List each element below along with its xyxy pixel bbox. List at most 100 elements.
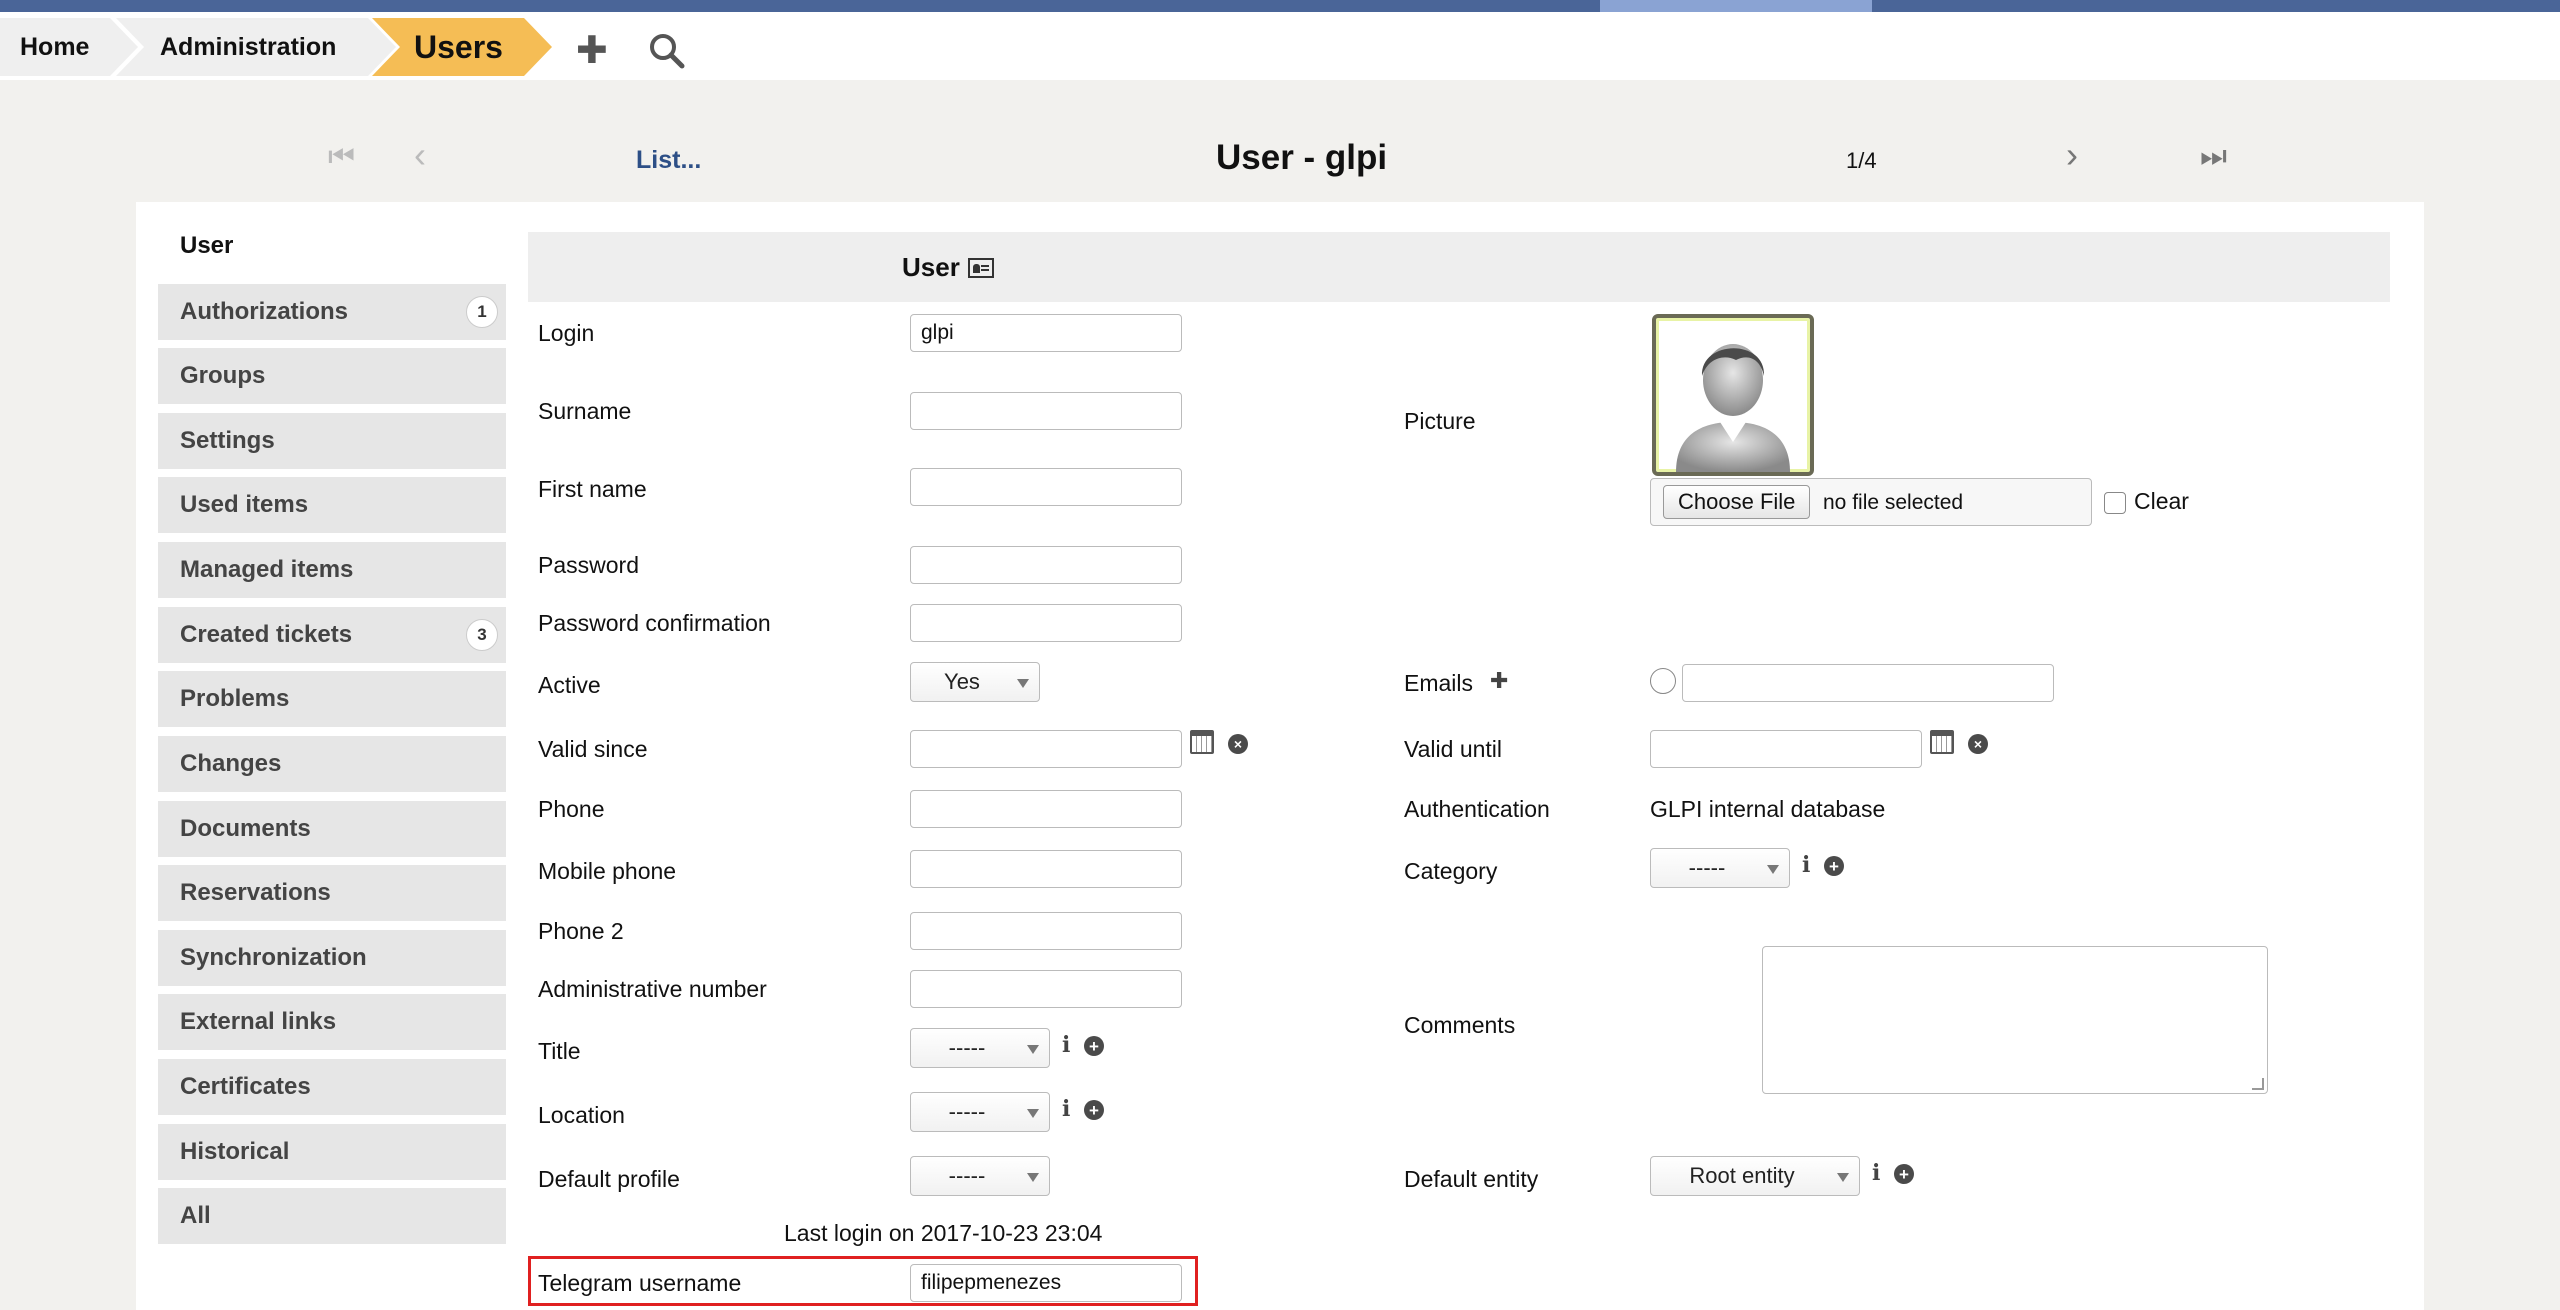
- category-select-value: -----: [1688, 855, 1726, 880]
- tab-created-tickets[interactable]: Created tickets 3: [158, 607, 506, 663]
- tab-label: Documents: [180, 815, 311, 842]
- tab-external-links[interactable]: External links: [158, 994, 506, 1050]
- authentication-value: GLPI internal database: [1650, 796, 1886, 822]
- tab-label: All: [180, 1202, 211, 1229]
- tab-label: Used items: [180, 491, 309, 518]
- surname-field[interactable]: [910, 392, 1182, 430]
- next-icon[interactable]: ›: [2066, 134, 2078, 178]
- tab-settings[interactable]: Settings: [158, 413, 506, 469]
- first-page-icon[interactable]: ⏮: [328, 140, 355, 184]
- default-profile-label: Default profile: [538, 1166, 680, 1192]
- tab-label: Problems: [180, 685, 290, 712]
- default-email-radio[interactable]: [1650, 668, 1676, 694]
- prev-icon[interactable]: ‹: [414, 134, 426, 178]
- title-select[interactable]: -----: [910, 1028, 1050, 1068]
- tab-label: User: [180, 232, 234, 259]
- password-field[interactable]: [910, 546, 1182, 584]
- form-section-header: User: [528, 232, 2390, 302]
- active-label: Active: [538, 672, 601, 698]
- active-select-value: Yes: [944, 669, 980, 694]
- tab-user[interactable]: User: [158, 218, 506, 274]
- default-entity-label: Default entity: [1404, 1166, 1539, 1192]
- tab-managed-items[interactable]: Managed items: [158, 542, 506, 598]
- tab-synchronization[interactable]: Synchronization: [158, 930, 506, 986]
- plus-icon[interactable]: ✚: [576, 32, 608, 70]
- category-select[interactable]: -----: [1650, 848, 1790, 888]
- title-select-value: -----: [948, 1035, 986, 1060]
- valid-until-field[interactable]: [1650, 730, 1922, 768]
- search-icon[interactable]: [648, 32, 686, 77]
- form-section-title: User: [902, 252, 994, 283]
- default-profile-select[interactable]: -----: [910, 1156, 1050, 1196]
- tab-certificates[interactable]: Certificates: [158, 1059, 506, 1115]
- location-select[interactable]: -----: [910, 1092, 1050, 1132]
- chevron-down-icon: [1767, 865, 1779, 874]
- count-badge: 3: [466, 619, 498, 651]
- add-email-icon[interactable]: ✚: [1490, 670, 1508, 692]
- tab-reservations[interactable]: Reservations: [158, 865, 506, 921]
- tab-label: Reservations: [180, 879, 331, 906]
- tab-all[interactable]: All: [158, 1188, 506, 1244]
- clear-picture-checkbox[interactable]: [2104, 492, 2126, 514]
- top-color-strip: [0, 0, 2560, 12]
- first-name-field[interactable]: [910, 468, 1182, 506]
- id-card-icon: [967, 258, 994, 278]
- picture-label: Picture: [1404, 408, 1476, 434]
- calendar-icon[interactable]: [1930, 730, 1954, 754]
- breadcrumb-arrow: [110, 18, 138, 76]
- login-field[interactable]: [910, 314, 1182, 352]
- tab-documents[interactable]: Documents: [158, 801, 506, 857]
- breadcrumb-home[interactable]: Home: [0, 18, 138, 76]
- tab-authorizations[interactable]: Authorizations 1: [158, 284, 506, 340]
- chevron-down-icon: [1027, 1173, 1039, 1182]
- active-select[interactable]: Yes: [910, 662, 1040, 702]
- list-link[interactable]: List...: [636, 146, 701, 190]
- valid-since-label: Valid since: [538, 736, 648, 762]
- tab-label: Authorizations: [180, 298, 348, 325]
- valid-since-field[interactable]: [910, 730, 1182, 768]
- tab-label: Created tickets: [180, 621, 353, 648]
- password-confirmation-label: Password confirmation: [538, 610, 771, 636]
- add-title-icon[interactable]: +: [1084, 1036, 1104, 1056]
- info-icon[interactable]: i: [1872, 1162, 1880, 1184]
- email-field[interactable]: [1682, 664, 2054, 702]
- info-icon[interactable]: i: [1062, 1034, 1070, 1056]
- add-category-icon[interactable]: +: [1824, 856, 1844, 876]
- telegram-username-field[interactable]: [910, 1264, 1182, 1302]
- calendar-icon[interactable]: [1190, 730, 1214, 754]
- clear-picture-label: Clear: [2134, 488, 2189, 514]
- tab-used-items[interactable]: Used items: [158, 477, 506, 533]
- tab-changes[interactable]: Changes: [158, 736, 506, 792]
- tab-historical[interactable]: Historical: [158, 1124, 506, 1180]
- add-location-icon[interactable]: +: [1084, 1100, 1104, 1120]
- avatar-silhouette-icon: [1676, 344, 1790, 472]
- tab-label: Certificates: [180, 1073, 311, 1100]
- phone-field[interactable]: [910, 790, 1182, 828]
- add-entity-icon[interactable]: +: [1894, 1164, 1914, 1184]
- location-label: Location: [538, 1102, 625, 1128]
- info-icon[interactable]: i: [1062, 1098, 1070, 1120]
- info-icon[interactable]: i: [1802, 854, 1810, 876]
- clear-date-icon[interactable]: ×: [1228, 734, 1248, 754]
- tab-label: Settings: [180, 427, 275, 454]
- phone-label: Phone: [538, 796, 605, 822]
- administrative-number-field[interactable]: [910, 970, 1182, 1008]
- breadcrumb-users-label: Users: [414, 28, 503, 65]
- choose-file-button[interactable]: Choose File: [1663, 485, 1811, 519]
- comments-textarea[interactable]: [1762, 946, 2268, 1094]
- mobile-phone-field[interactable]: [910, 850, 1182, 888]
- surname-label: Surname: [538, 398, 632, 424]
- main-panel: User Authorizations 1 Groups Settings Use…: [136, 202, 2424, 1310]
- tab-problems[interactable]: Problems: [158, 671, 506, 727]
- default-entity-select[interactable]: Root entity: [1650, 1156, 1860, 1196]
- breadcrumb-administration[interactable]: Administration: [116, 18, 396, 76]
- last-page-icon[interactable]: ⏭: [2200, 140, 2227, 184]
- phone2-field[interactable]: [910, 912, 1182, 950]
- tab-groups[interactable]: Groups: [158, 348, 506, 404]
- chevron-down-icon: [1837, 1173, 1849, 1182]
- password-confirmation-field[interactable]: [910, 604, 1182, 642]
- mobile-phone-label: Mobile phone: [538, 858, 677, 884]
- tab-label: Synchronization: [180, 944, 367, 971]
- clear-date-icon[interactable]: ×: [1968, 734, 1988, 754]
- default-profile-select-value: -----: [948, 1163, 986, 1188]
